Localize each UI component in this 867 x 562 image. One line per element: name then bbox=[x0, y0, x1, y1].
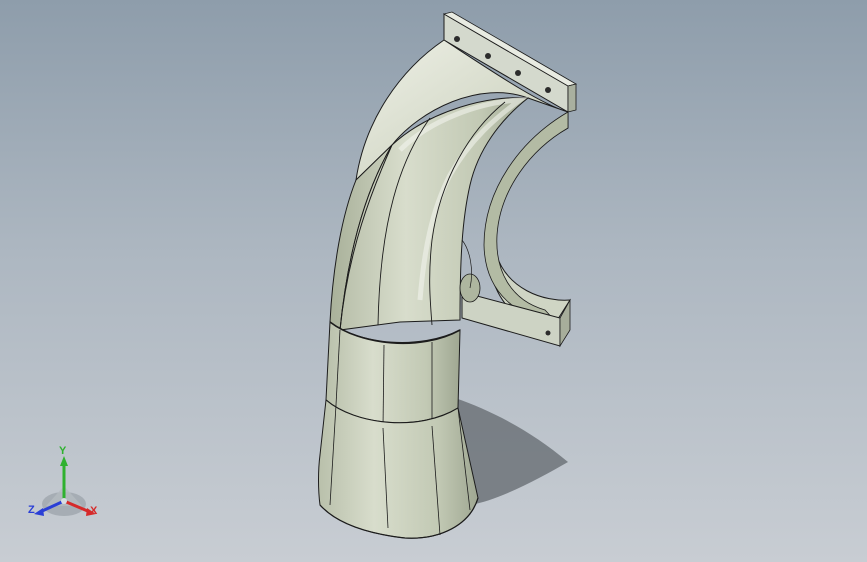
bolt-hole bbox=[545, 330, 551, 336]
duct-elbow-model[interactable] bbox=[0, 0, 867, 562]
reference-triad[interactable]: Y Z X bbox=[24, 446, 108, 526]
bolt-hole bbox=[454, 36, 460, 42]
x-axis-label: X bbox=[90, 505, 98, 517]
bolt-hole bbox=[515, 70, 521, 76]
bolt-hole bbox=[545, 87, 551, 93]
graphics-viewport[interactable]: Y Z X bbox=[0, 0, 867, 562]
bolt-hole bbox=[485, 53, 491, 59]
z-axis-label: Z bbox=[28, 504, 35, 516]
middle-collar[interactable] bbox=[325, 321, 461, 425]
y-axis-label: Y bbox=[59, 445, 67, 457]
